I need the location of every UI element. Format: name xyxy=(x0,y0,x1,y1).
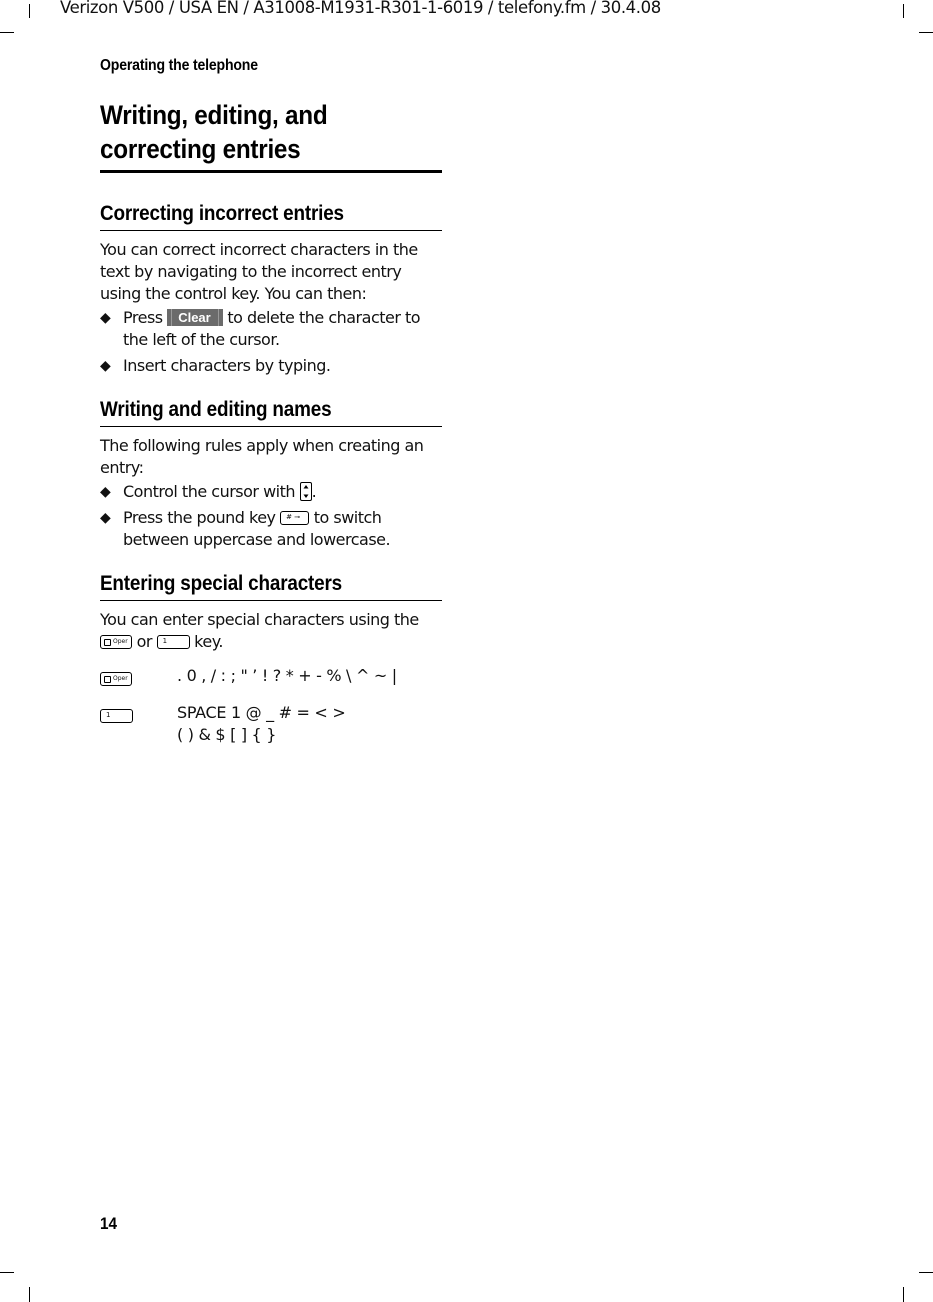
list-item: ◆ Control the cursor with . xyxy=(100,481,442,503)
clear-softkey: Clear xyxy=(167,309,223,326)
list-item: ◆ Press the pound key # ⊸ to switch betw… xyxy=(100,507,442,551)
pound-key-icon: # ⊸ xyxy=(280,511,310,525)
page-title: Writing, editing, and correcting entries xyxy=(100,98,442,173)
crop-mark xyxy=(919,1272,933,1273)
list-item: ◆ Insert characters by typing. xyxy=(100,355,442,377)
oper-key-label: Oper xyxy=(113,675,128,682)
crop-mark xyxy=(919,32,933,33)
crop-mark xyxy=(29,4,30,18)
intro-text: You can enter special characters using t… xyxy=(100,610,419,629)
crop-mark xyxy=(0,1272,14,1273)
section-writing-names: Writing and editing names The following … xyxy=(100,397,442,551)
section-intro: You can enter special characters using t… xyxy=(100,609,442,653)
intro-text: or xyxy=(136,632,153,651)
section-heading-text: Writing and editing names xyxy=(100,398,332,421)
diamond-bullet-icon: ◆ xyxy=(100,510,111,526)
oper-key-label: Oper xyxy=(113,638,128,645)
bullet-list: ◆ Press Clear to delete the character to… xyxy=(100,307,442,377)
list-item: ◆ Press Clear to delete the character to… xyxy=(100,307,442,351)
crop-mark xyxy=(29,1287,30,1302)
crop-mark xyxy=(903,1287,904,1302)
list-item-text: Press xyxy=(123,308,163,327)
intro-text: key. xyxy=(194,632,223,651)
list-item-text: Insert characters by typing. xyxy=(123,356,331,375)
key-cell: Oper xyxy=(100,665,177,690)
section-correcting-entries: Correcting incorrect entries You can cor… xyxy=(100,201,442,377)
section-heading-text: Entering special characters xyxy=(100,572,343,595)
one-key-label: 1 xyxy=(162,637,168,645)
section-heading: Writing and editing names xyxy=(100,397,442,427)
characters-cell: . 0 , / : ; " ’ ! ? * + - % \ ^ ~ | xyxy=(177,666,397,685)
page-title-text: Writing, editing, and correcting entries xyxy=(100,100,328,164)
crop-mark xyxy=(0,32,14,33)
diamond-bullet-icon: ◆ xyxy=(100,484,111,500)
list-item-text: Control the cursor with xyxy=(123,482,296,501)
section-intro: You can correct incorrect characters in … xyxy=(100,240,418,303)
zero-oper-key-icon: Oper xyxy=(100,635,132,649)
up-down-nav-key-icon xyxy=(299,482,312,501)
section-heading-text: Correcting incorrect entries xyxy=(100,202,344,225)
key-cell: 1 xyxy=(100,702,177,746)
characters-cell: SPACE 1 @ _ # = < > ( ) & $ [ ] { } xyxy=(177,702,442,746)
section-intro: The following rules apply when creating … xyxy=(100,436,424,477)
special-characters-table: Oper . 0 , / : ; " ’ ! ? * + - % \ ^ ~ |… xyxy=(100,665,442,746)
zero-oper-key-icon: Oper xyxy=(100,672,132,686)
list-item-text: Press the pound key xyxy=(123,508,276,527)
zero-key-square xyxy=(104,639,111,646)
diamond-bullet-icon: ◆ xyxy=(100,310,111,326)
characters-line: SPACE 1 @ _ # = < > xyxy=(177,703,346,722)
pound-key-label: # ⊸ xyxy=(286,513,301,521)
one-key-label: 1 xyxy=(106,711,111,719)
one-key-icon: 1 xyxy=(156,635,190,649)
diamond-bullet-icon: ◆ xyxy=(100,358,111,374)
crop-mark xyxy=(903,4,904,18)
table-row: Oper . 0 , / : ; " ’ ! ? * + - % \ ^ ~ | xyxy=(100,665,442,690)
bullet-list: ◆ Control the cursor with . ◆ Press the … xyxy=(100,481,442,551)
running-head: Operating the telephone xyxy=(100,57,258,74)
section-heading: Correcting incorrect entries xyxy=(100,201,442,231)
characters-line: ( ) & $ [ ] { } xyxy=(177,725,277,744)
page-number: 14 xyxy=(100,1214,118,1233)
table-row: 1 SPACE 1 @ _ # = < > ( ) & $ [ ] { } xyxy=(100,702,442,746)
list-item-text: . xyxy=(311,482,317,501)
zero-key-square xyxy=(104,676,111,683)
one-key-icon: 1 xyxy=(100,709,133,723)
section-heading: Entering special characters xyxy=(100,571,442,601)
page-content: Writing, editing, and correcting entries… xyxy=(100,98,442,758)
section-special-characters: Entering special characters You can ente… xyxy=(100,571,442,746)
print-header: Verizon V500 / USA EN / A31008-M1931-R30… xyxy=(60,0,661,17)
